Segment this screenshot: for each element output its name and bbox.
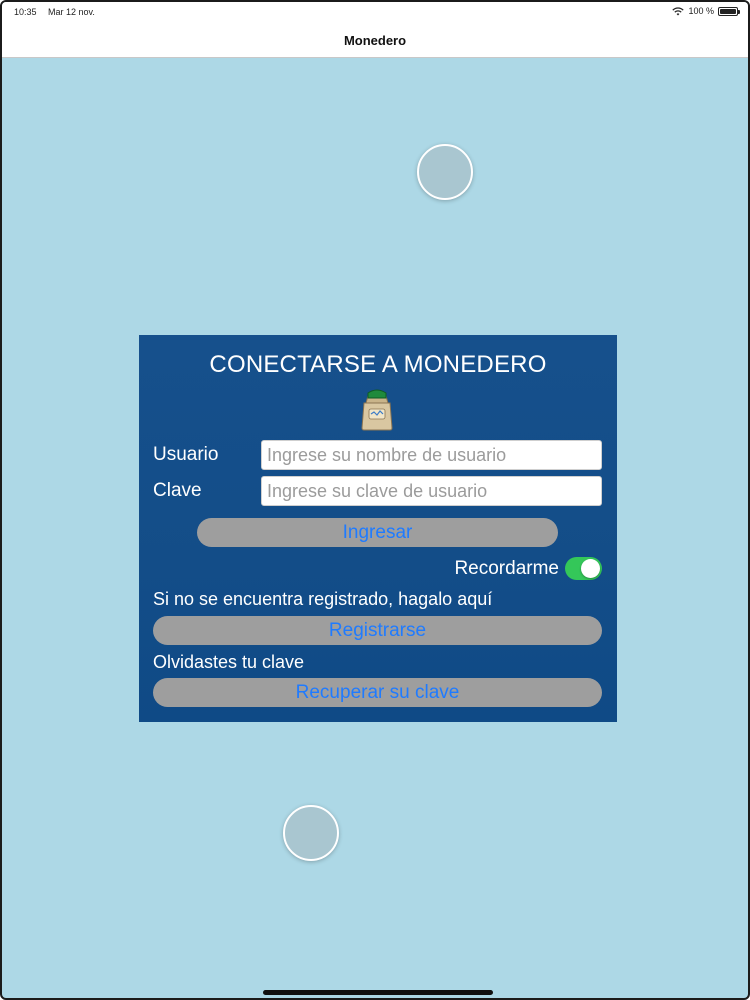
floating-circle-bottom[interactable] [283, 805, 339, 861]
battery-icon [718, 6, 740, 16]
home-indicator[interactable] [263, 990, 493, 995]
battery-percentage: 100 % [688, 6, 714, 16]
password-label: Clave [153, 480, 202, 501]
app-screen: 10:35 Mar 12 nov. 100 % Monedero CONECTA… [0, 0, 750, 1000]
remember-toggle[interactable] [565, 557, 602, 580]
remember-label: Recordarme [454, 557, 559, 579]
remember-row: Recordarme [454, 557, 602, 580]
battery-fill [720, 8, 736, 14]
status-right: 100 % [672, 6, 740, 16]
register-button[interactable]: Registrarse [153, 616, 602, 645]
navigation-bar: Monedero [2, 24, 748, 58]
login-title: CONECTARSE A MONEDERO [209, 351, 547, 378]
login-button[interactable]: Ingresar [197, 518, 558, 547]
toggle-knob [581, 559, 600, 578]
username-label: Usuario [153, 444, 219, 465]
forgot-password-text: Olvidastes tu clave [153, 652, 305, 672]
login-card: CONECTARSE A MONEDERO Usuario Clave Ingr… [139, 335, 617, 722]
floating-circle-top[interactable] [417, 144, 473, 200]
wifi-icon [672, 6, 685, 15]
wallet-icon [361, 389, 393, 431]
username-input[interactable] [261, 440, 602, 470]
status-time: 10:35 [14, 7, 37, 17]
password-input[interactable] [261, 476, 602, 506]
status-bar: 10:35 Mar 12 nov. 100 % [2, 2, 748, 24]
status-date: Mar 12 nov. [48, 7, 95, 17]
not-registered-text: Si no se encuentra registrado, hagalo aq… [153, 589, 493, 609]
recover-password-button[interactable]: Recuperar su clave [153, 678, 602, 707]
page-title: Monedero [343, 33, 407, 48]
